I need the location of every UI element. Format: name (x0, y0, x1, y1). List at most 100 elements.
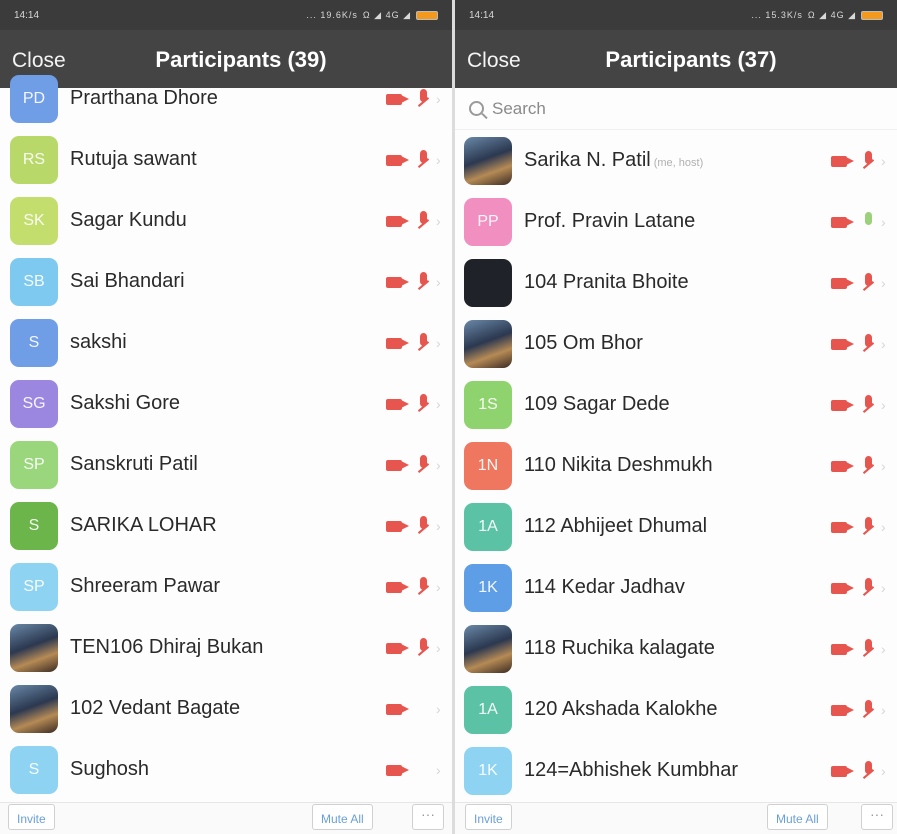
mute-all-button[interactable]: Mute All (767, 804, 828, 830)
video-off-icon (831, 458, 857, 474)
status-icons: ... 15.3K/s Ω ◢ 4G ◢ (751, 10, 883, 21)
participant-row[interactable]: RS Rutuja sawant › (0, 129, 452, 190)
microphone-muted-icon (414, 271, 432, 293)
participant-status-icons: › (831, 211, 891, 233)
chevron-right-icon: › (436, 700, 441, 717)
avatar-initials: 1S (478, 395, 498, 413)
participant-name: Prarthana Dhore (70, 87, 218, 110)
participant-name: Sughosh (70, 758, 149, 781)
participant-row[interactable]: SP Sanskruti Patil › (0, 434, 452, 495)
participant-row[interactable]: SP Shreeram Pawar › (0, 556, 452, 617)
participant-row[interactable]: 1A 120 Akshada Kalokhe › (455, 679, 897, 740)
invite-button[interactable]: Invite (8, 804, 55, 830)
chevron-right-icon: › (881, 213, 886, 230)
participant-name: 109 Sagar Dede (524, 393, 670, 416)
participant-row[interactable]: 1S 109 Sagar Dede › (455, 374, 897, 435)
participant-row[interactable]: 1A 112 Abhijeet Dhumal › (455, 496, 897, 557)
participant-name-text: SARIKA LOHAR (70, 514, 217, 536)
avatar-initials: S (28, 516, 40, 534)
participant-name: sakshi (70, 331, 127, 354)
participant-name-text: Sarika N. Patil (524, 149, 651, 171)
participant-row[interactable]: Ssakshi › (0, 312, 452, 373)
microphone-muted-icon (859, 699, 877, 721)
left-participants-screen: 14:14 ... 19.6K/s Ω ◢ 4G ◢ Close Partici… (0, 0, 452, 834)
participant-name-text: TEN106 Dhiraj Bukan (70, 636, 264, 658)
participant-row[interactable]: 102 Vedant Bagate › (0, 678, 452, 739)
participant-name: TEN106 Dhiraj Bukan (70, 636, 263, 659)
participant-status-icons: › (831, 577, 891, 599)
participant-row[interactable]: 1K 124=Abhishek Kumbhar › (455, 740, 897, 801)
avatar-initials: S (28, 333, 40, 351)
participant-name-text: Rutuja sawant (70, 148, 197, 170)
participant-name-text: 120 Akshada Kalokhe (524, 698, 718, 720)
participant-name: 110 Nikita Deshmukh (524, 454, 713, 477)
avatar-initials: PD (22, 89, 46, 107)
more-button[interactable]: ··· (412, 804, 444, 830)
chevron-right-icon: › (436, 90, 441, 107)
video-off-icon (831, 153, 857, 169)
avatar-initials: SG (22, 394, 46, 412)
mute-all-button[interactable]: Mute All (312, 804, 373, 830)
search-input[interactable]: Search (455, 88, 897, 130)
participant-name: 120 Akshada Kalokhe (524, 698, 718, 721)
participant-name: Shreeram Pawar (70, 575, 220, 598)
participant-row[interactable]: PP Prof. Pravin Latane › (455, 191, 897, 252)
signal-icon: Ω ◢ 4G ◢ (362, 9, 411, 20)
chevron-right-icon: › (881, 457, 886, 474)
battery-icon (861, 10, 883, 20)
video-off-icon (386, 518, 412, 534)
participant-status-icons: › (386, 393, 446, 415)
participant-status-icons: › (831, 150, 891, 172)
participant-row[interactable]: 105 Om Bhor › (455, 313, 897, 374)
status-bar: 14:14 ... 15.3K/s Ω ◢ 4G ◢ (455, 0, 897, 30)
avatar: 1A (464, 502, 512, 551)
more-button[interactable]: ··· (861, 804, 893, 830)
participant-name-text: 114 Kedar Jadhav (524, 576, 685, 598)
avatar-initials: 1K (478, 578, 498, 596)
chevron-right-icon: › (436, 517, 441, 534)
microphone-muted-icon (859, 455, 877, 477)
participant-status-icons: › (386, 149, 446, 171)
participant-status-icons: › (386, 637, 446, 659)
participant-status-icons: › (831, 516, 891, 538)
microphone-muted-icon (859, 638, 877, 660)
close-button[interactable]: Close (467, 49, 521, 73)
invite-button[interactable]: Invite (465, 804, 512, 830)
chevron-right-icon: › (881, 274, 886, 291)
participant-name-text: Prof. Pravin Latane (524, 210, 696, 232)
participant-name-text: Sanskruti Patil (70, 453, 198, 475)
participant-row[interactable]: Sarika N. Patil (me, host) › (455, 130, 897, 191)
participant-row[interactable]: S Sughosh › (0, 739, 452, 800)
participant-name-text: 110 Nikita Deshmukh (524, 454, 713, 476)
participant-row[interactable]: S SARIKA LOHAR › (0, 495, 452, 556)
participant-row[interactable]: 118 Ruchika kalagate › (455, 618, 897, 679)
avatar (464, 319, 512, 368)
participant-row[interactable]: 104 Pranita Bhoite › (455, 252, 897, 313)
bottom-toolbar: Invite Mute All ··· (0, 802, 452, 834)
participant-row[interactable]: PD Prarthana Dhore › (0, 68, 452, 129)
participant-row[interactable]: TEN106 Dhiraj Bukan › (0, 617, 452, 678)
participant-row[interactable]: 1N 110 Nikita Deshmukh › (455, 435, 897, 496)
avatar: 1K (464, 746, 512, 795)
video-off-icon (831, 641, 857, 657)
video-off-icon (831, 336, 857, 352)
participant-row[interactable]: 1K 114 Kedar Jadhav › (455, 557, 897, 618)
microphone-muted-icon (414, 332, 432, 354)
participant-row[interactable]: SG Sakshi Gore › (0, 373, 452, 434)
participant-name-text: 104 Pranita Bhoite (524, 271, 689, 293)
participant-status-icons: › (831, 638, 891, 660)
avatar-initials: SK (23, 211, 45, 229)
microphone-muted-icon (859, 394, 877, 416)
participant-list: PD Prarthana Dhore › RS Rutuja sawant › SK Saga… (0, 68, 452, 800)
microphone-muted-icon (414, 210, 432, 232)
participant-row[interactable]: SB Sai Bhandari › (0, 251, 452, 312)
participant-name: Prof. Pravin Latane (524, 210, 695, 233)
participant-name-text: 109 Sagar Dede (524, 393, 670, 415)
video-off-icon (831, 397, 857, 413)
microphone-muted-icon (859, 516, 877, 538)
participant-row[interactable]: SK Sagar Kundu › (0, 190, 452, 251)
page-title: Participants (37) (605, 47, 777, 72)
avatar (464, 624, 512, 673)
microphone-muted-icon (859, 272, 877, 294)
participants-header: Close Participants (37) (455, 30, 897, 88)
